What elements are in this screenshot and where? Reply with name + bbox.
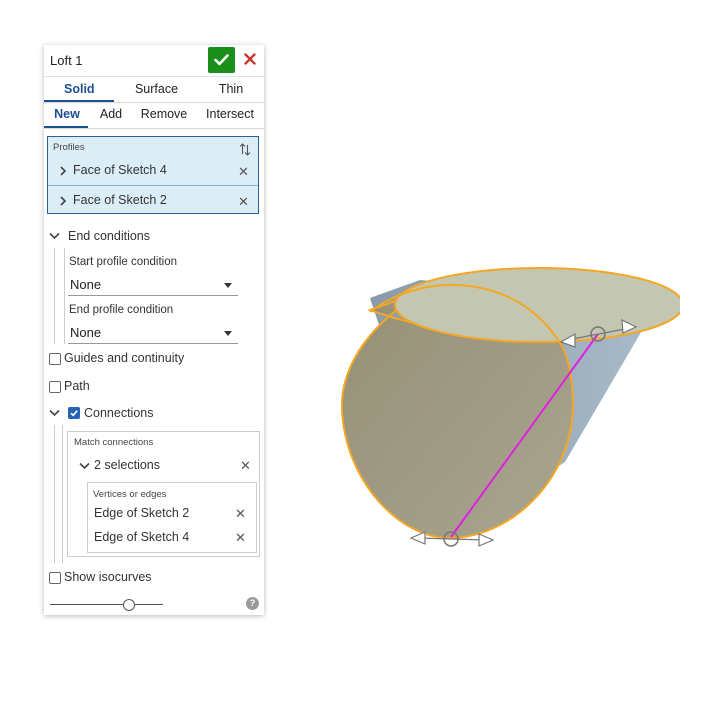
connections-label: Connections <box>84 406 154 420</box>
path-label: Path <box>64 379 90 393</box>
chevron-down-icon[interactable] <box>49 409 60 417</box>
vertices-label: Vertices or edges <box>93 489 167 500</box>
checkmark-icon <box>214 54 229 66</box>
profile-item[interactable]: Face of Sketch 2 ✕ <box>48 188 258 214</box>
section-guide-line <box>54 425 55 563</box>
tab-solid[interactable]: Solid <box>64 82 95 96</box>
loft-dialog: Loft 1 Solid Surface Thin New Add Remove… <box>44 45 264 615</box>
tab-remove[interactable]: Remove <box>140 107 188 121</box>
guides-checkbox[interactable] <box>49 353 61 365</box>
start-condition-select[interactable]: None <box>68 273 238 296</box>
isocurves-label: Show isocurves <box>64 570 152 584</box>
dropdown-caret-icon <box>224 283 232 288</box>
chevron-right-icon[interactable] <box>59 166 67 176</box>
chevron-down-icon[interactable] <box>79 462 90 470</box>
isocurve-slider-thumb[interactable] <box>123 599 135 611</box>
profile-item-label: Face of Sketch 4 <box>73 163 167 177</box>
connections-checkbox[interactable] <box>68 407 80 419</box>
accept-button[interactable] <box>208 47 235 73</box>
remove-icon[interactable]: ✕ <box>238 164 249 180</box>
remove-icon[interactable]: ✕ <box>238 194 249 210</box>
match-connections-box: Match connections 2 selections ✕ Vertice… <box>67 431 260 557</box>
remove-icon[interactable]: ✕ <box>235 506 246 522</box>
3d-viewport[interactable] <box>330 250 680 560</box>
match-connections-label: Match connections <box>74 437 154 448</box>
close-icon <box>244 53 256 65</box>
profiles-field[interactable]: Profiles Face of Sketch 4 ✕ Face of Sket… <box>47 136 259 214</box>
checkmark-icon <box>70 410 78 417</box>
tab-add[interactable]: Add <box>98 107 124 121</box>
help-icon[interactable]: ? <box>246 597 259 610</box>
path-checkbox[interactable] <box>49 381 61 393</box>
dialog-header: Loft 1 <box>44 45 264 75</box>
profile-item-label: Face of Sketch 2 <box>73 193 167 207</box>
chevron-down-icon[interactable] <box>49 232 60 240</box>
tab-thin[interactable]: Thin <box>216 82 246 96</box>
end-condition-label: End profile condition <box>69 304 174 316</box>
isocurve-slider-track[interactable] <box>50 604 163 605</box>
chevron-right-icon[interactable] <box>59 196 67 206</box>
remove-icon[interactable]: ✕ <box>235 530 246 546</box>
tab-surface[interactable]: Surface <box>134 82 179 96</box>
section-guide-line <box>64 248 65 344</box>
profile-item[interactable]: Face of Sketch 4 ✕ <box>48 158 258 184</box>
dialog-title: Loft 1 <box>50 53 83 68</box>
operation-tabs: New Add Remove Intersect <box>44 102 264 129</box>
connection-selection-label[interactable]: 2 selections <box>94 458 160 472</box>
edge-item[interactable]: Edge of Sketch 4 <box>94 530 189 544</box>
reorder-icon[interactable] <box>239 143 251 156</box>
isocurves-checkbox[interactable] <box>49 572 61 584</box>
edge-item[interactable]: Edge of Sketch 2 <box>94 506 189 520</box>
active-operation-indicator <box>44 126 88 128</box>
body-type-tabs: Solid Surface Thin <box>44 76 264 103</box>
end-condition-value: None <box>70 325 102 340</box>
start-condition-value: None <box>70 277 102 292</box>
profiles-label: Profiles <box>53 142 85 153</box>
section-guide-line <box>54 248 55 344</box>
loft-top-face[interactable] <box>394 267 680 343</box>
remove-icon[interactable]: ✕ <box>240 458 251 474</box>
vertices-field[interactable]: Vertices or edges Edge of Sketch 2 ✕ Edg… <box>87 482 257 553</box>
tab-intersect[interactable]: Intersect <box>204 107 256 121</box>
section-guide-line <box>62 425 63 563</box>
end-condition-select[interactable]: None <box>68 321 238 344</box>
cancel-button[interactable] <box>241 50 259 68</box>
profile-divider <box>48 185 258 186</box>
end-conditions-header[interactable]: End conditions <box>68 229 150 243</box>
start-condition-label: Start profile condition <box>69 256 178 268</box>
dropdown-caret-icon <box>224 331 232 336</box>
tab-new[interactable]: New <box>52 107 82 121</box>
guides-label: Guides and continuity <box>64 351 185 365</box>
